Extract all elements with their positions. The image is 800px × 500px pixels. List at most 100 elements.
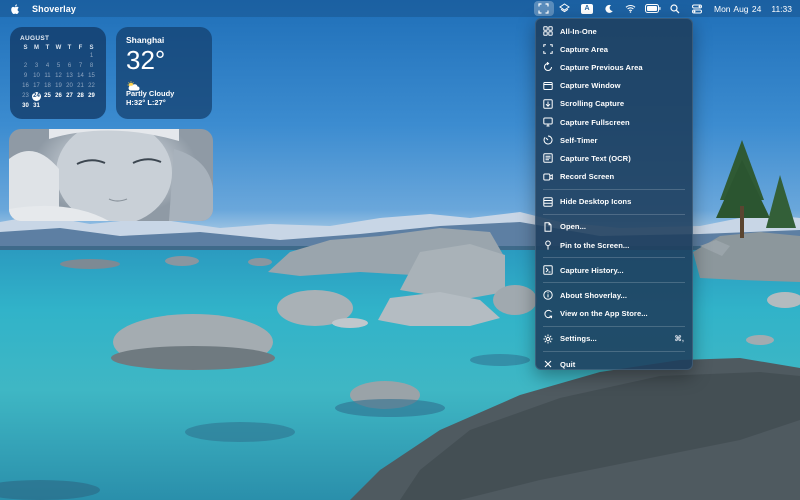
menu-item-label: Scrolling Capture [560, 99, 625, 109]
calendar-day: 20 [66, 83, 73, 89]
calendar-day: 2 [23, 63, 28, 69]
calendar-day: 1 [89, 53, 94, 59]
menu-item-capture-window[interactable]: Capture Window [536, 77, 692, 95]
menu-item-label: All-In-One [560, 26, 597, 36]
menu-item-label: View on the App Store... [560, 309, 648, 319]
monitor-icon [543, 117, 553, 127]
menubar-clock[interactable]: Mon Aug 24 11:33 [714, 4, 792, 14]
input-source-icon[interactable]: A [576, 0, 598, 17]
calendar-day: 7 [78, 63, 83, 69]
text-icon [543, 153, 553, 164]
calendar-day: 19 [55, 83, 62, 89]
calendar-day: 8 [89, 63, 94, 69]
scroll-icon [543, 99, 553, 109]
menu-item-capture-history[interactable]: Capture History... [536, 261, 692, 279]
menu-bar: Shoverlay A Mon Aug 24 11:33 [0, 0, 800, 17]
grid-icon [543, 26, 553, 36]
menu-item-view-on-the-app-store[interactable]: View on the App Store... [536, 305, 692, 323]
menu-item-capture-previous-area[interactable]: Capture Previous Area [536, 58, 692, 76]
focus-moon-icon[interactable] [598, 0, 620, 17]
calendar-day: 5 [56, 63, 61, 69]
menu-item-scrolling-capture[interactable]: Scrolling Capture [536, 95, 692, 113]
calendar-day: 17 [33, 83, 40, 89]
menu-item-label: Capture Area [560, 44, 609, 54]
calendar-month: AUGUST [20, 35, 50, 42]
menu-item-label: Self-Timer [560, 135, 598, 145]
calendar-day: 28 [77, 93, 84, 99]
calendar-day: 21 [77, 83, 84, 89]
calendar-day [20, 52, 31, 61]
wifi-icon[interactable] [620, 0, 642, 17]
status-area: A Mon Aug 24 11:33 [533, 0, 792, 17]
calendar-day: 18 [44, 83, 51, 89]
menu-item-label: Capture Fullscreen [560, 117, 630, 127]
calendar-day: 16 [22, 83, 29, 89]
control-center-icon[interactable] [686, 0, 708, 17]
menu-item-all-in-one[interactable]: All-In-One [536, 22, 692, 40]
pin-icon [543, 240, 553, 250]
calendar-day: 11 [44, 73, 51, 79]
calendar-day [31, 52, 42, 61]
menu-item-label: About Shoverlay... [560, 291, 628, 301]
menu-item-settings[interactable]: Settings... ⌘, [536, 330, 692, 348]
calendar-weekday: S [23, 45, 28, 51]
photo-widget[interactable] [9, 129, 213, 221]
weather-temperature: 32° [126, 45, 166, 75]
calendar-day: 30 [22, 103, 29, 109]
search-icon[interactable] [664, 0, 686, 17]
calendar-day [42, 102, 53, 111]
menu-item-record-screen[interactable]: Record Screen [536, 168, 692, 186]
open-icon [543, 222, 553, 232]
area-icon [543, 44, 553, 54]
gear-icon [543, 334, 553, 344]
menubar-time: 11:33 [771, 3, 792, 14]
calendar-day [75, 52, 86, 61]
calendar-day [53, 52, 64, 61]
calendar-day: 29 [88, 93, 95, 99]
calendar-widget[interactable]: AUGUST S M T W T F S 1 2 3 4 5 6 7 8 9 10 11 12 13 14 15 16 17 1… [10, 27, 106, 119]
calendar-day: 3 [34, 63, 39, 69]
previous-area-icon [543, 62, 553, 72]
calendar-grid: S M T W T F S 1 2 3 4 5 6 7 8 9 10 11 12 13 14 15 16 17 18 19 20 21… [20, 45, 98, 111]
shoverlay-status-icon[interactable] [533, 1, 554, 16]
menu-item-label: Hide Desktop Icons [560, 197, 632, 207]
calendar-today: 24 [32, 92, 41, 101]
apple-menu-icon[interactable] [10, 3, 20, 14]
calendar-day: 9 [23, 73, 28, 79]
calendar-day: 27 [66, 93, 73, 99]
active-app-name[interactable]: Shoverlay [32, 4, 76, 14]
close-icon [543, 359, 553, 369]
menu-separator [543, 351, 685, 352]
menu-item-about-shoverlay[interactable]: About Shoverlay... [536, 286, 692, 304]
menu-separator [543, 282, 685, 284]
calendar-day [75, 102, 86, 111]
calendar-day: 15 [88, 73, 95, 79]
calendar-day: 4 [45, 63, 50, 69]
menu-item-capture-fullscreen[interactable]: Capture Fullscreen [536, 113, 692, 131]
calendar-weekday: S [89, 45, 94, 51]
calendar-day: 23 [22, 93, 29, 99]
menubar-date: Mon Aug 24 [713, 3, 762, 14]
calendar-day [86, 102, 97, 111]
menu-item-pin-to-the-screen[interactable]: Pin to the Screen... [536, 236, 692, 254]
menu-item-hide-desktop-icons[interactable]: Hide Desktop Icons [536, 193, 692, 211]
menu-item-open[interactable]: Open... [536, 218, 692, 236]
menu-separator [543, 213, 685, 215]
weather-condition: Partly Cloudy [126, 89, 175, 98]
menu-item-quit[interactable]: Quit [536, 355, 692, 373]
menu-item-label: Capture Previous Area [560, 62, 643, 72]
menu-separator [543, 188, 685, 190]
calendar-day: 31 [33, 103, 40, 109]
calendar-weekday: F [78, 45, 83, 51]
menu-item-capture-area[interactable]: Capture Area [536, 40, 692, 58]
record-icon [543, 172, 553, 182]
menu-item-label: Quit [560, 359, 576, 369]
battery-icon[interactable] [642, 0, 664, 17]
weather-widget[interactable]: Shanghai 32° Partly Cloudy H:32° L:27° [116, 27, 212, 119]
menu-item-label: Record Screen [560, 172, 615, 182]
menu-item-self-timer[interactable]: Self-Timer [536, 131, 692, 149]
appstore-icon [543, 309, 553, 319]
menu-item-capture-text-ocr[interactable]: Capture Text (OCR) [536, 149, 692, 167]
layers-icon[interactable] [554, 0, 576, 17]
menu-item-label: Pin to the Screen... [560, 240, 630, 250]
